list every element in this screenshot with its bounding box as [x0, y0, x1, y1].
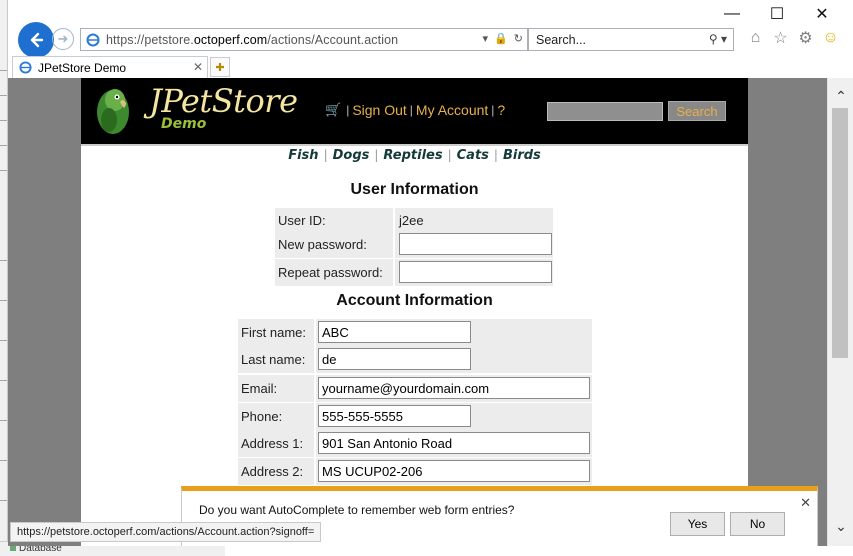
user-id-label: User ID: [278, 212, 326, 228]
scroll-up-icon[interactable]: ⌃ [828, 88, 853, 104]
new-password-label: New password: [278, 237, 367, 252]
address-toolbar: ➜ https://petstore.octoperf.com/actions/… [8, 22, 853, 58]
email-label-cell: Email: [238, 375, 314, 402]
new-password-label-cell: New password: [275, 231, 393, 258]
help-link[interactable]: ? [497, 102, 505, 118]
separator: | [409, 103, 413, 117]
address-2-label-cell: Address 2: [238, 458, 314, 485]
address-2-input[interactable]: MS UCUP02-206 [318, 460, 590, 482]
page-scrollbar[interactable]: ⌃ ⌄ [827, 78, 853, 546]
separator: | [346, 103, 350, 117]
site-logo-title[interactable]: JPetStore [149, 82, 298, 120]
category-dogs[interactable]: Dogs [333, 148, 370, 163]
address-2-label: Address 2: [241, 464, 304, 479]
phone-label: Phone: [241, 409, 283, 424]
forward-button[interactable]: ➜ [52, 28, 74, 50]
new-tab-icon: ✚ [215, 61, 225, 74]
address-1-label: Address 1: [241, 436, 304, 451]
gear-icon[interactable]: ⚙ [796, 28, 815, 48]
first-name-label-cell: First name: [238, 319, 314, 346]
scroll-thumb[interactable] [832, 108, 848, 358]
background-window-strip [0, 0, 8, 556]
account-info-title: Account Information [336, 292, 493, 309]
address-1-input[interactable]: 901 San Antonio Road [318, 432, 590, 454]
site-search-button[interactable]: Search [668, 101, 726, 121]
first-name-label: First name: [241, 325, 307, 340]
screen: Database — ☐ ✕ ➜ https://petstore.octope… [0, 0, 853, 556]
separator: | [323, 148, 328, 162]
url-path: /actions/Account.action [267, 32, 399, 47]
tab-close-icon[interactable]: ✕ [193, 60, 203, 74]
separator: | [374, 148, 379, 162]
browser-search-placeholder: Search... [536, 32, 587, 47]
user-id-value: j2ee [399, 212, 424, 228]
lock-icon[interactable]: 🔒 [494, 32, 508, 45]
parrot-logo-icon[interactable] [89, 80, 137, 136]
autocomplete-message: Do you want AutoComplete to remember web… [199, 503, 515, 517]
search-icon[interactable]: ⚲ ▾ [709, 32, 727, 46]
site-header: JPetStore Demo 🛒 | Sign Out | My Account… [81, 78, 748, 144]
separator: | [491, 103, 495, 117]
last-name-label-cell: Last name: [238, 346, 314, 373]
category-nav: Fish | Dogs | Reptiles | Cats | Birds [81, 144, 748, 164]
dropdown-icon[interactable]: ▾ [483, 32, 489, 45]
autocomplete-yes-button[interactable]: Yes [670, 512, 725, 536]
new-password-input[interactable] [399, 233, 552, 255]
browser-search-input[interactable]: Search... ⚲ ▾ [528, 28, 734, 51]
tab-jpetstore[interactable]: JPetStore Demo ✕ [12, 56, 208, 78]
category-fish[interactable]: Fish [288, 148, 318, 163]
url-prefix: https://petstore. [106, 32, 194, 47]
email-input[interactable]: yourname@yourdomain.com [318, 377, 590, 399]
back-arrow-icon [30, 32, 44, 48]
category-reptiles[interactable]: Reptiles [383, 148, 442, 163]
ie-tab-icon [19, 61, 32, 74]
user-info-title: User Information [350, 181, 479, 198]
url-text: https://petstore.octoperf.com/actions/Ac… [106, 33, 398, 47]
last-name-label: Last name: [241, 352, 306, 367]
url-tools: ▾ 🔒 ↻ [483, 32, 523, 45]
status-url-tooltip: https://petstore.octoperf.com/actions/Ac… [10, 522, 322, 542]
user-id-label-cell: User ID: [275, 208, 393, 232]
home-icon[interactable]: ⌂ [746, 28, 765, 48]
page-viewport: JPetStore Demo 🛒 | Sign Out | My Account… [8, 78, 827, 546]
my-account-link[interactable]: My Account [416, 102, 488, 118]
sign-out-link[interactable]: Sign Out [352, 102, 406, 118]
new-tab-button[interactable]: ✚ [210, 57, 230, 77]
site-logo-subtitle: Demo [161, 116, 207, 132]
forward-arrow-icon: ➜ [57, 31, 69, 46]
email-label: Email: [241, 381, 278, 396]
tab-title: JPetStore Demo [38, 60, 127, 75]
url-host: octoperf.com [193, 32, 268, 47]
back-button[interactable] [18, 22, 54, 58]
header-links: 🛒 | Sign Out | My Account | ? [325, 102, 505, 118]
cart-icon[interactable]: 🛒 [325, 102, 341, 118]
address-1-label-cell: Address 1: [238, 430, 314, 457]
scroll-down-icon[interactable]: ⌄ [828, 518, 853, 534]
repeat-password-label: Repeat password: [278, 265, 383, 280]
category-cats[interactable]: Cats [457, 148, 489, 163]
refresh-icon[interactable]: ↻ [514, 32, 523, 45]
first-name-input[interactable]: ABC [318, 321, 471, 343]
phone-label-cell: Phone: [238, 403, 314, 430]
separator: | [447, 148, 452, 162]
last-name-input[interactable]: de [318, 348, 471, 370]
phone-input[interactable]: 555-555-5555 [318, 405, 471, 427]
star-icon[interactable]: ☆ [771, 28, 790, 48]
user-id-value-cell: j2ee [395, 208, 553, 232]
category-birds[interactable]: Birds [503, 148, 541, 163]
site-search-input[interactable] [547, 102, 663, 121]
repeat-password-input[interactable] [399, 261, 552, 283]
autocomplete-no-button[interactable]: No [730, 512, 785, 536]
page-content: JPetStore Demo 🛒 | Sign Out | My Account… [81, 78, 818, 546]
browser-right-icons: ⌂ ☆ ⚙ ☺ [746, 28, 840, 48]
separator: | [493, 148, 498, 162]
smiley-icon[interactable]: ☺ [821, 28, 840, 48]
close-icon[interactable]: ✕ [800, 495, 811, 511]
tab-bar: JPetStore Demo ✕ ✚ [8, 56, 853, 78]
url-input[interactable]: https://petstore.octoperf.com/actions/Ac… [80, 28, 528, 51]
repeat-password-label-cell: Repeat password: [275, 259, 393, 286]
ie-page-icon [86, 33, 100, 46]
